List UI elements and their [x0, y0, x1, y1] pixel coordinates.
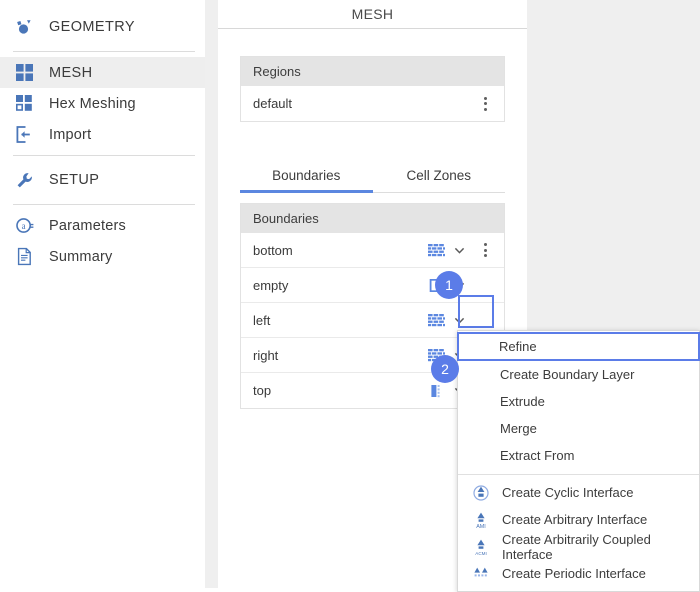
- hex-meshing-icon: [13, 93, 35, 115]
- sidebar-item-parameters[interactable]: a Parameters: [0, 210, 205, 241]
- table-row[interactable]: default: [241, 86, 504, 121]
- menu-item-label: Extrude: [500, 394, 545, 409]
- boundary-name: left: [253, 312, 271, 328]
- boundary-name: bottom: [253, 242, 293, 258]
- sidebar: GEOMETRY MESH Hex Meshing Import SETUP a…: [0, 0, 205, 588]
- tab-label: Cell Zones: [406, 168, 472, 183]
- menu-item-label: Create Arbitrary Interface: [502, 512, 648, 527]
- step-badge-1: 1: [435, 271, 463, 299]
- boundary-name: right: [253, 347, 279, 363]
- sidebar-item-label: MESH: [49, 64, 93, 81]
- panel-gutter-left: [205, 0, 218, 588]
- sidebar-item-geometry[interactable]: GEOMETRY: [0, 8, 205, 46]
- at-sign-icon: a: [13, 215, 35, 237]
- sidebar-item-label: SETUP: [49, 172, 100, 188]
- boundary-name: empty: [253, 277, 289, 293]
- menu-item-label: Create Cyclic Interface: [502, 485, 634, 500]
- page-title: MESH: [351, 6, 394, 22]
- menu-item-label: Merge: [500, 421, 537, 436]
- tab-label: Boundaries: [272, 168, 341, 183]
- sidebar-item-setup[interactable]: SETUP: [0, 161, 205, 199]
- region-name: default: [253, 96, 293, 111]
- wrench-icon: [13, 169, 35, 191]
- ami-interface-icon: AMI: [470, 509, 492, 531]
- sidebar-divider: [13, 204, 195, 205]
- tab-cell-zones[interactable]: Cell Zones: [373, 168, 506, 192]
- chevron-down-icon[interactable]: [448, 239, 470, 261]
- menu-item-create-arbitrarily-coupled-interface[interactable]: ACMI Create Arbitrarily Coupled Interfac…: [458, 531, 699, 562]
- menu-item-extrude[interactable]: Extrude: [458, 388, 699, 415]
- boundaries-header: Boundaries: [241, 204, 504, 233]
- chevron-down-icon[interactable]: [448, 309, 470, 331]
- regions-header: Regions: [241, 57, 504, 86]
- menu-item-label: Create Arbitrarily Coupled Interface: [502, 531, 651, 562]
- sidebar-item-label: GEOMETRY: [49, 19, 135, 35]
- menu-item-create-arbitrary-interface[interactable]: AMI Create Arbitrary Interface: [458, 506, 699, 533]
- regions-card: Regions default: [240, 56, 505, 122]
- acmi-interface-icon: ACMI: [470, 536, 492, 558]
- boundary-context-menu: Refine Create Boundary Layer Extrude Mer…: [457, 330, 700, 592]
- title-divider: [218, 28, 527, 29]
- sidebar-item-label: Summary: [49, 248, 113, 265]
- table-row[interactable]: empty: [241, 268, 504, 303]
- svg-text:ACMI: ACMI: [475, 551, 486, 556]
- menu-item-create-boundary-layer[interactable]: Create Boundary Layer: [458, 361, 699, 388]
- sidebar-item-import[interactable]: Import: [0, 119, 205, 150]
- mesh-grid-icon: [13, 62, 35, 84]
- menu-item-label: Create Boundary Layer: [500, 367, 635, 382]
- sidebar-item-label: Import: [49, 126, 92, 143]
- boundary-name: top: [253, 383, 272, 398]
- wall-brick-icon[interactable]: [426, 240, 446, 260]
- menu-item-create-cyclic-interface[interactable]: Create Cyclic Interface: [458, 479, 699, 506]
- geometry-icon: [13, 16, 35, 38]
- row-controls: [426, 237, 498, 263]
- sidebar-divider: [13, 51, 195, 52]
- sidebar-item-summary[interactable]: Summary: [0, 241, 205, 272]
- sidebar-item-label: Parameters: [49, 217, 126, 234]
- tab-boundaries[interactable]: Boundaries: [240, 168, 373, 193]
- periodic-interface-icon: [470, 563, 492, 585]
- menu-item-merge[interactable]: Merge: [458, 415, 699, 442]
- menu-item-refine[interactable]: Refine: [457, 332, 700, 361]
- menu-item-create-periodic-interface[interactable]: Create Periodic Interface: [458, 560, 699, 587]
- menu-item-label: Create Periodic Interface: [502, 566, 646, 581]
- sidebar-item-mesh[interactable]: MESH: [0, 57, 205, 88]
- import-icon: [13, 124, 35, 146]
- table-row[interactable]: bottom: [241, 233, 504, 268]
- sidebar-item-label: Hex Meshing: [49, 95, 136, 112]
- boundaries-cellzones-tabs: Boundaries Cell Zones: [240, 168, 505, 193]
- region-kebab-menu-icon[interactable]: [472, 91, 498, 117]
- svg-text:AMI: AMI: [476, 524, 486, 529]
- sidebar-item-hex-meshing[interactable]: Hex Meshing: [0, 88, 205, 119]
- svg-text:a: a: [21, 221, 25, 231]
- patch-bar-icon[interactable]: [426, 381, 446, 401]
- wall-brick-icon[interactable]: [426, 310, 446, 330]
- menu-divider: [458, 474, 699, 475]
- document-icon: [13, 246, 35, 268]
- menu-item-label: Extract From: [500, 448, 575, 463]
- step-badge-2: 2: [431, 355, 459, 383]
- menu-item-label: Refine: [499, 339, 537, 354]
- sidebar-divider: [13, 155, 195, 156]
- menu-item-extract-from[interactable]: Extract From: [458, 442, 699, 469]
- boundary-kebab-menu-icon[interactable]: [472, 237, 498, 263]
- cyclic-interface-icon: [470, 482, 492, 504]
